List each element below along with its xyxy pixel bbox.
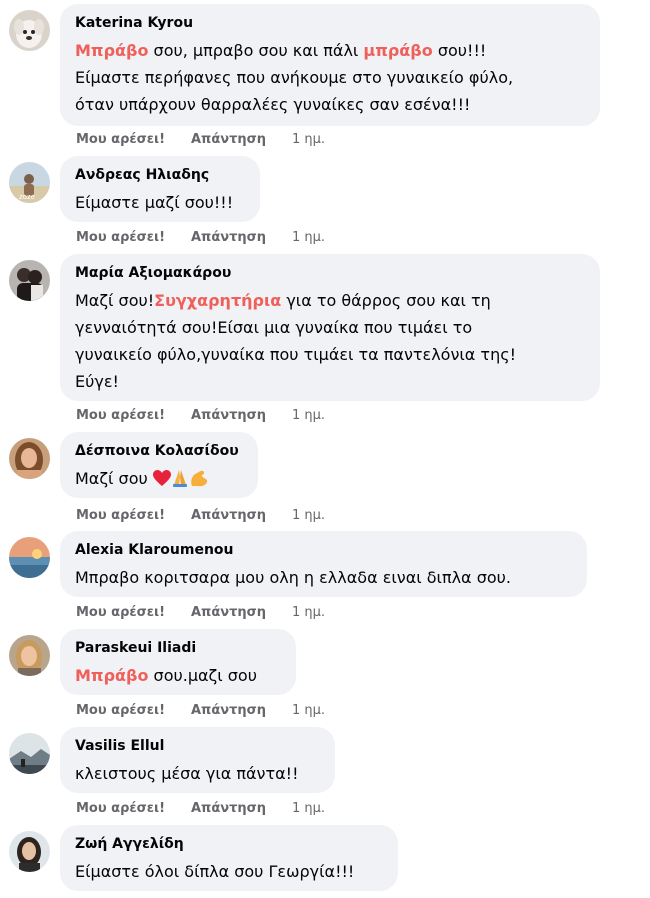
- comment-bubble: Μαρία Αξιομακάρου Μαζί σου!Συγχαρητήρια γ…: [60, 254, 600, 401]
- muscle-emoji-icon: [189, 468, 209, 495]
- comment-bubble: Vasilis Ellul κλειστους μέσα για πάντα!!: [60, 727, 335, 793]
- comment-text-line: Είμαστε μαζί σου!!!: [75, 189, 245, 216]
- comment-text-line: Είμαστε περήφανες που ανήκουμε στο γυναι…: [75, 64, 585, 91]
- reply-link[interactable]: Απάντηση: [191, 508, 266, 523]
- reply-link[interactable]: Απάντηση: [191, 703, 266, 718]
- comment-bubble: Katerina Kyrou Μπράβο σου, μπραβο σου και…: [60, 4, 600, 126]
- comment-author[interactable]: Μαρία Αξιομακάρου: [75, 264, 585, 283]
- comment-text-line: Μαζί σου: [75, 465, 243, 495]
- comment-text: Είμαστε μαζί σου!!!: [75, 193, 234, 212]
- beach-photo-avatar[interactable]: zoze: [9, 162, 50, 203]
- dog-photo-avatar[interactable]: [9, 10, 50, 51]
- like-link[interactable]: Μου αρέσει!: [76, 132, 165, 147]
- comment-text-line: Μπράβο σου.μαζι σου: [75, 662, 281, 689]
- comment-bubble: Alexia Klaroumenou Μπραβο κοριτσαρα μου ο…: [60, 531, 587, 597]
- comment-author[interactable]: Ανδρεας Ηλιαδης: [75, 166, 245, 185]
- heart-emoji-icon: [152, 468, 171, 495]
- comment-text-line: Είμαστε όλοι δίπλα σου Γεωργία!!!: [75, 858, 383, 885]
- like-link[interactable]: Μου αρέσει!: [76, 801, 165, 816]
- highlighted-word: μπράβο: [363, 41, 433, 60]
- comment-text: Εύγε!: [75, 372, 119, 391]
- reply-link[interactable]: Απάντηση: [191, 230, 266, 245]
- comment-bubble: Paraskeui Iliadi Μπράβο σου.μαζι σου: [60, 629, 296, 695]
- like-link[interactable]: Μου αρέσει!: [76, 703, 165, 718]
- comment-author[interactable]: Vasilis Ellul: [75, 737, 320, 756]
- comment-author[interactable]: Paraskeui Iliadi: [75, 639, 281, 658]
- landscape-photo-avatar[interactable]: [9, 733, 50, 774]
- timestamp-link[interactable]: 1 ημ.: [292, 132, 325, 147]
- comment-text: Είμαστε όλοι δίπλα σου Γεωργία!!!: [75, 862, 355, 881]
- timestamp-link[interactable]: 1 ημ.: [292, 703, 325, 718]
- highlighted-word: Συγχαρητήρια: [154, 291, 282, 310]
- comment-author[interactable]: Katerina Kyrou: [75, 14, 585, 33]
- reply-link[interactable]: Απάντηση: [191, 605, 266, 620]
- comment-text: σου!!!: [432, 41, 487, 60]
- comment-author[interactable]: Ζωή Αγγελίδη: [75, 835, 383, 854]
- woman-photo-avatar[interactable]: [9, 438, 50, 479]
- comment-text: σου.μαζι σου: [148, 666, 257, 685]
- reply-link[interactable]: Απάντηση: [191, 801, 266, 816]
- comment-bubble: Ζωή Αγγελίδη Είμαστε όλοι δίπλα σου Γεωργ…: [60, 825, 398, 891]
- comment-text-line: Μπράβο σου, μπραβο σου και πάλι μπράβο σ…: [75, 37, 585, 64]
- couple-photo-avatar[interactable]: [9, 260, 50, 301]
- comment-text: όταν υπάρχουν θαρραλέες γυναίκες σαν εσέ…: [75, 95, 471, 114]
- highlighted-word: Μπράβο: [75, 666, 149, 685]
- svg-text:zoze: zoze: [19, 193, 35, 201]
- comment-text: σου, μπραβο σου και πάλι: [148, 41, 364, 60]
- comment-bubble: Δέσποινα Κολασίδου Μαζί σου: [60, 432, 258, 498]
- comment-text: κλειστους μέσα για πάντα!!: [75, 764, 299, 783]
- comment-bubble: Ανδρεας Ηλιαδης Είμαστε μαζί σου!!!: [60, 156, 260, 222]
- comment-text: γυναικείο φύλο,γυναίκα που τιμάει τα παν…: [75, 345, 517, 364]
- comment-text: Είμαστε περήφανες που ανήκουμε στο γυναι…: [75, 68, 514, 87]
- timestamp-link[interactable]: 1 ημ.: [292, 605, 325, 620]
- timestamp-link[interactable]: 1 ημ.: [292, 408, 325, 423]
- timestamp-link[interactable]: 1 ημ.: [292, 508, 325, 523]
- like-link[interactable]: Μου αρέσει!: [76, 508, 165, 523]
- comment-text-line: όταν υπάρχουν θαρραλέες γυναίκες σαν εσέ…: [75, 91, 585, 118]
- comment-text: Μαζί σου: [75, 469, 153, 488]
- comment-text-line: γυναικείο φύλο,γυναίκα που τιμάει τα παν…: [75, 341, 585, 368]
- comment-text-line: κλειστους μέσα για πάντα!!: [75, 760, 320, 787]
- pray-emoji-icon: [171, 468, 189, 495]
- comment-text-line: γενναιότητά σου!Είσαι μια γυναίκα που τι…: [75, 314, 585, 341]
- comment-text-line: Μαζί σου!Συγχαρητήρια για το θάρρος σου …: [75, 287, 585, 314]
- comment-text: Μπραβο κοριτσαρα μου ολη η ελλαδα ειναι …: [75, 568, 511, 587]
- comment-text-line: Εύγε!: [75, 368, 585, 395]
- comment-text-line: Μπραβο κοριτσαρα μου ολη η ελλαδα ειναι …: [75, 564, 572, 591]
- like-link[interactable]: Μου αρέσει!: [76, 230, 165, 245]
- reply-link[interactable]: Απάντηση: [191, 408, 266, 423]
- timestamp-link[interactable]: 1 ημ.: [292, 801, 325, 816]
- highlighted-word: Μπράβο: [75, 41, 149, 60]
- comment-author[interactable]: Δέσποινα Κολασίδου: [75, 442, 243, 461]
- woman-photo-avatar[interactable]: [9, 635, 50, 676]
- timestamp-link[interactable]: 1 ημ.: [292, 230, 325, 245]
- comment-text: γενναιότητά σου!Είσαι μια γυναίκα που τι…: [75, 318, 473, 337]
- like-link[interactable]: Μου αρέσει!: [76, 605, 165, 620]
- comment-text: Μαζί σου!: [75, 291, 155, 310]
- like-link[interactable]: Μου αρέσει!: [76, 408, 165, 423]
- reply-link[interactable]: Απάντηση: [191, 132, 266, 147]
- comment-author[interactable]: Alexia Klaroumenou: [75, 541, 572, 560]
- comment-text: για το θάρρος σου και τη: [281, 291, 491, 310]
- sunset-photo-avatar[interactable]: [9, 537, 50, 578]
- woman-photo-avatar[interactable]: [9, 831, 50, 872]
